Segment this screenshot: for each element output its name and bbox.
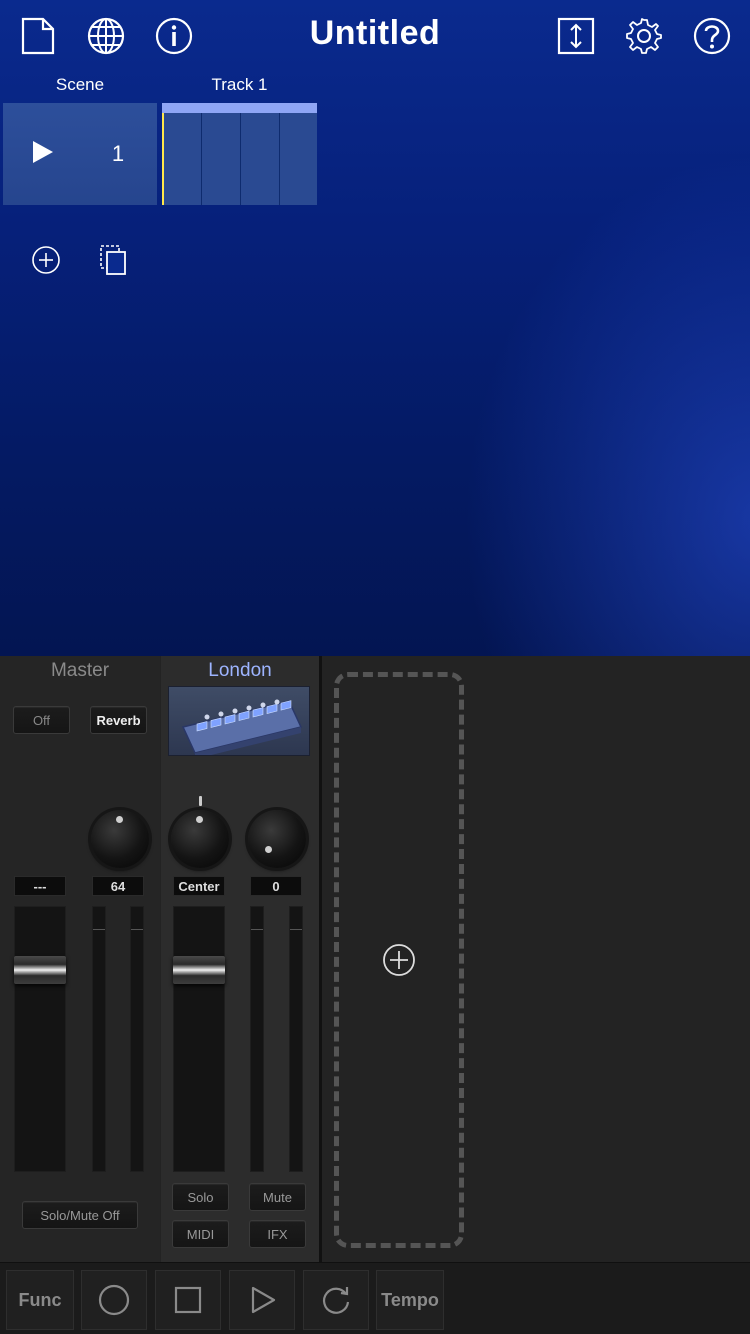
session-area: Untitled Scene Track 1 1 [0, 0, 750, 656]
loop-button[interactable] [303, 1270, 369, 1330]
track-channel-strip: London Center 0 Solo Mute MIDI IFX [161, 656, 319, 1262]
mute-button[interactable]: Mute [249, 1183, 306, 1211]
meter-mark [131, 929, 143, 930]
master-fader-track [14, 906, 66, 1172]
track-instrument-name[interactable]: London [161, 660, 319, 682]
add-scene-icon[interactable] [31, 245, 61, 280]
pan-center-tick [199, 796, 202, 806]
play-icon [251, 1286, 276, 1314]
master-left-value: --- [14, 876, 66, 896]
reverb-level-knob[interactable] [91, 810, 149, 868]
track-fader-track [173, 906, 225, 1172]
tempo-button[interactable]: Tempo [376, 1270, 444, 1330]
master-right-value: 64 [92, 876, 144, 896]
playhead [162, 113, 164, 205]
scene-column-label: Scene [55, 75, 105, 94]
pan-knob[interactable] [171, 810, 229, 868]
track-meter-right [289, 906, 303, 1172]
bar-divider [240, 113, 241, 205]
record-icon [98, 1284, 130, 1316]
play-button[interactable] [229, 1270, 295, 1330]
midi-button[interactable]: MIDI [172, 1220, 229, 1248]
reverb-button[interactable]: Reverb [90, 706, 147, 734]
clip-header-bar [162, 103, 317, 113]
gear-icon[interactable] [624, 16, 664, 56]
master-channel-strip: Master Off Reverb --- 64 Solo/Mute Off [0, 656, 160, 1262]
scene-number: 1 [111, 141, 125, 166]
transport-bar: Func Tempo [0, 1262, 750, 1334]
play-icon[interactable] [33, 141, 53, 163]
solo-mute-off-button[interactable]: Solo/Mute Off [22, 1201, 138, 1229]
knob-indicator [196, 816, 203, 823]
master-name: Master [50, 660, 110, 681]
func-button[interactable]: Func [6, 1270, 74, 1330]
send-knob[interactable] [248, 810, 306, 868]
master-fader-handle[interactable] [14, 956, 66, 984]
instrument-thumbnail[interactable] [168, 686, 310, 756]
expand-vertical-icon[interactable] [556, 16, 596, 56]
ifx-button[interactable]: IFX [249, 1220, 306, 1248]
help-icon[interactable] [692, 16, 732, 56]
meter-mark [251, 929, 263, 930]
loop-icon [322, 1287, 350, 1314]
record-button[interactable] [81, 1270, 147, 1330]
meter-mark [290, 929, 302, 930]
master-off-button[interactable]: Off [13, 706, 70, 734]
knob-indicator [265, 846, 272, 853]
knob-indicator [116, 816, 123, 823]
track-column-label[interactable]: Track 1 [162, 75, 317, 95]
track-meter-left [250, 906, 264, 1172]
solo-button[interactable]: Solo [172, 1183, 229, 1211]
pan-value: Center [173, 876, 225, 896]
clip-cell[interactable] [162, 103, 317, 205]
track-fader-handle[interactable] [173, 956, 225, 984]
scene-launch-cell[interactable]: 1 [3, 103, 157, 205]
send-value: 0 [250, 876, 302, 896]
meter-mark [93, 929, 105, 930]
stop-button[interactable] [155, 1270, 221, 1330]
stop-icon [174, 1286, 202, 1314]
bar-divider [279, 113, 280, 205]
master-meter-left [92, 906, 106, 1172]
add-track-icon[interactable] [382, 943, 416, 982]
bar-divider [201, 113, 202, 205]
duplicate-scene-icon[interactable] [99, 244, 129, 281]
master-meter-right [130, 906, 144, 1172]
